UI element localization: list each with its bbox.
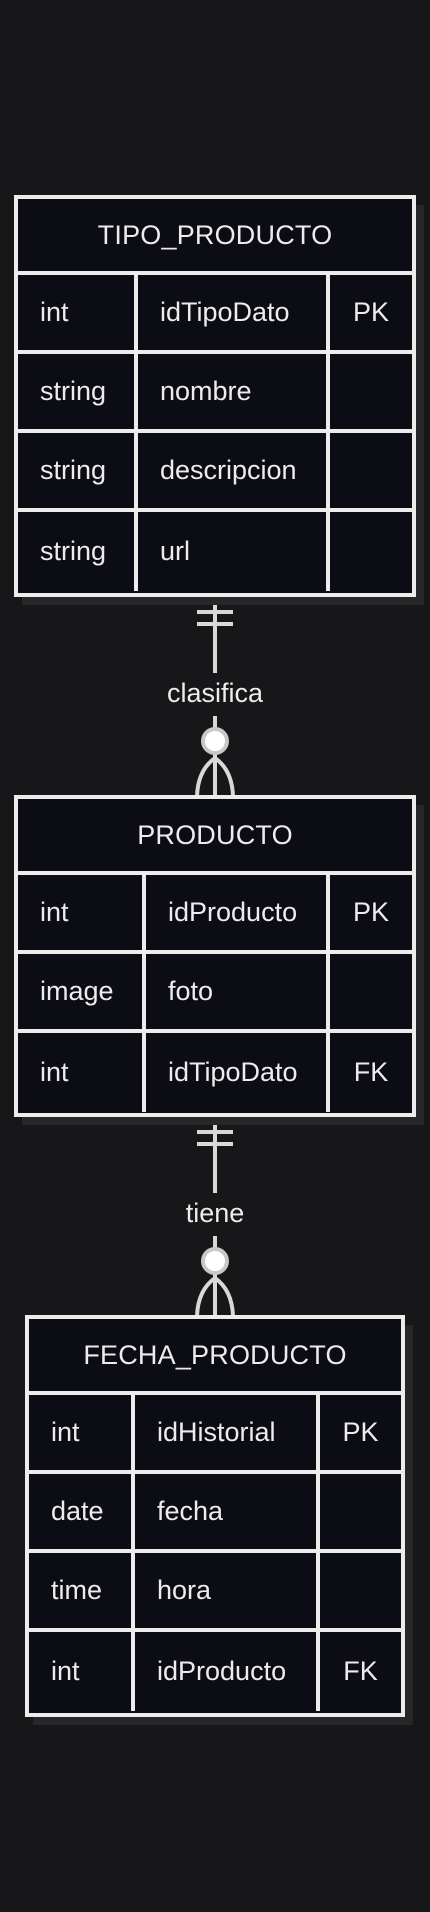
attribute-type: string bbox=[18, 354, 138, 429]
attribute-type: int bbox=[18, 1033, 146, 1112]
attribute-row: string descripcion bbox=[18, 433, 412, 512]
attribute-key bbox=[320, 1553, 401, 1628]
attribute-key bbox=[330, 954, 412, 1029]
attribute-row: string nombre bbox=[18, 354, 412, 433]
attribute-type: image bbox=[18, 954, 146, 1029]
attribute-name: idHistorial bbox=[135, 1395, 320, 1470]
entity-producto[interactable]: PRODUCTO int idProducto PK image foto in… bbox=[14, 795, 416, 1117]
attribute-name: idProducto bbox=[135, 1632, 320, 1711]
attribute-name: foto bbox=[146, 954, 330, 1029]
crowfoot-right bbox=[213, 756, 235, 797]
attribute-row: int idTipoDato PK bbox=[18, 275, 412, 354]
attribute-key bbox=[330, 433, 412, 508]
attribute-row: int idProducto FK bbox=[29, 1632, 401, 1711]
attribute-key bbox=[330, 354, 412, 429]
entity-title: FECHA_PRODUCTO bbox=[29, 1319, 401, 1395]
attribute-row: date fecha bbox=[29, 1474, 401, 1553]
relationship-label-clasifica: clasifica bbox=[166, 678, 264, 708]
attribute-row: int idTipoDato FK bbox=[18, 1033, 412, 1112]
entity-fecha-producto[interactable]: FECHA_PRODUCTO int idHistorial PK date f… bbox=[25, 1315, 405, 1717]
attribute-key bbox=[320, 1474, 401, 1549]
attribute-key: FK bbox=[343, 1656, 378, 1686]
attribute-type: string bbox=[18, 512, 138, 591]
entity-tipo-producto[interactable]: TIPO_PRODUCTO int idTipoDato PK string n… bbox=[14, 195, 416, 597]
attribute-name: idProducto bbox=[146, 875, 330, 950]
attribute-key: PK bbox=[352, 897, 390, 927]
attribute-name: idTipoDato bbox=[138, 275, 330, 350]
attribute-name: hora bbox=[135, 1553, 320, 1628]
attribute-type: string bbox=[18, 433, 138, 508]
attribute-key: FK bbox=[353, 1057, 389, 1087]
attribute-row: int idProducto PK bbox=[18, 875, 412, 954]
attribute-row: string url bbox=[18, 512, 412, 591]
attribute-name: idTipoDato bbox=[146, 1033, 330, 1112]
attribute-row: image foto bbox=[18, 954, 412, 1033]
zero-circle-icon bbox=[201, 1247, 229, 1275]
attribute-name: descripcion bbox=[138, 433, 330, 508]
zero-circle-icon bbox=[201, 727, 229, 755]
entity-title: PRODUCTO bbox=[18, 799, 412, 875]
attribute-name: nombre bbox=[138, 354, 330, 429]
attribute-type: int bbox=[29, 1632, 135, 1711]
attribute-key: PK bbox=[342, 1417, 379, 1447]
attribute-key: PK bbox=[352, 297, 390, 327]
crowfoot-left bbox=[195, 756, 217, 797]
attribute-type: time bbox=[29, 1553, 135, 1628]
attribute-row: int idHistorial PK bbox=[29, 1395, 401, 1474]
attribute-type: date bbox=[29, 1474, 135, 1549]
attribute-type: int bbox=[18, 275, 138, 350]
attribute-name: fecha bbox=[135, 1474, 320, 1549]
attribute-key bbox=[330, 512, 412, 591]
attribute-type: int bbox=[29, 1395, 135, 1470]
crowfoot-left bbox=[195, 1276, 217, 1317]
entity-title: TIPO_PRODUCTO bbox=[18, 199, 412, 275]
relationship-label-tiene: tiene bbox=[185, 1198, 245, 1228]
attribute-row: time hora bbox=[29, 1553, 401, 1632]
crowfoot-right bbox=[213, 1276, 235, 1317]
attribute-name: url bbox=[138, 512, 330, 591]
attribute-type: int bbox=[18, 875, 146, 950]
